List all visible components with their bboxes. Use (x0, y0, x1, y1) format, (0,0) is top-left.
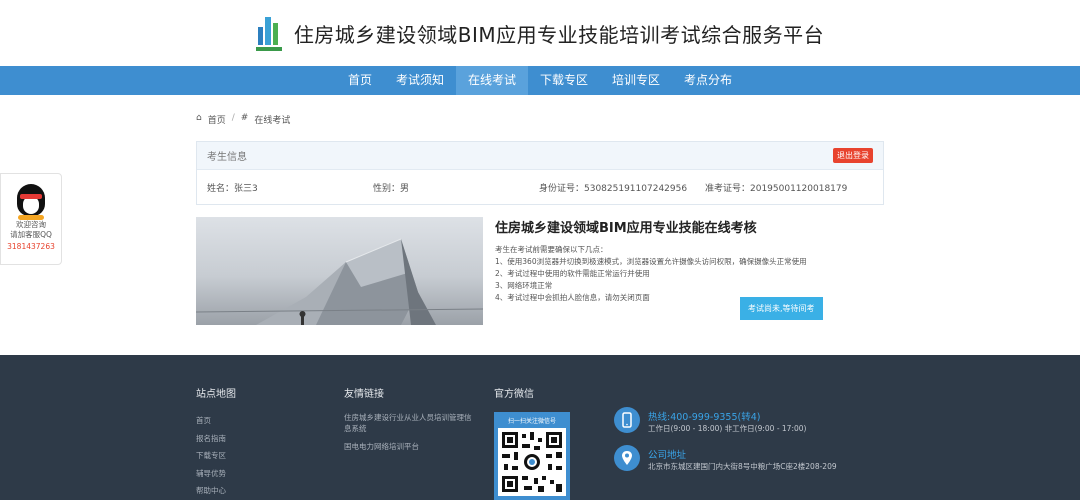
friend-link[interactable]: 住房城乡建设行业从业人员培训管理信息系统 (344, 412, 474, 434)
site-title: 住房城乡建设领域BIM应用专业技能培训考试综合服务平台 (293, 22, 825, 47)
sitemap-link[interactable]: 首页 (196, 412, 236, 430)
home-icon: ⌂ (196, 113, 202, 123)
hotline-number: 热线:400-999-9355(转4) (648, 412, 761, 423)
nav-home[interactable]: 首页 (336, 66, 384, 95)
qq-number[interactable]: 3181437263 (1, 242, 61, 251)
qq-penguin-icon (14, 180, 48, 220)
candidate-gender: 性别：男 (373, 183, 410, 194)
site-logo[interactable] (255, 15, 282, 51)
candidate-ticket-number: 准考证号：20195001120018179 (705, 183, 848, 194)
exam-instructions: 住房城乡建设领域BIM应用专业技能在线考核 考生在考试前需要确保以下几点： 1、… (495, 217, 884, 325)
exam-rule-item: 2、考试过程中使用的软件需能正常运行并使用 (495, 269, 650, 278)
hash-icon: # (240, 113, 249, 123)
sitemap-title: 站点地图 (196, 389, 236, 400)
site-header: 住房城乡建设领域BIM应用专业技能培训考试综合服务平台 (0, 0, 1080, 66)
candidate-info-title: 考生信息 (207, 152, 247, 163)
exam-rule-item: 1、使用360浏览器并切换到极速模式，浏览器设置允许摄像头访问权限，确保摄像头正… (495, 257, 807, 266)
exam-rule-item: 4、考试过程中会抓拍人脸信息，请勿关闭页面 (495, 293, 650, 302)
qq-add-text: 请加客服QQ (10, 230, 52, 239)
main-nav: 首页 考试须知 在线考试 下载专区 培训专区 考点分布 (0, 66, 1080, 95)
breadcrumb-home[interactable]: 首页 (208, 113, 226, 126)
wechat-title: 官方微信 (494, 389, 534, 400)
wechat-qr-code (498, 428, 566, 496)
footer-sitemap: 站点地图 首页 报名指南 下载专区 辅导优势 帮助中心 (196, 385, 236, 500)
sitemap-link[interactable]: 辅导优势 (196, 465, 236, 483)
candidate-info-panel: 考生信息 退出登录 姓名：张三3 性别：男 身份证号：5308251911072… (196, 141, 884, 205)
sitemap-link[interactable]: 报名指南 (196, 430, 236, 448)
site-footer: 站点地图 首页 报名指南 下载专区 辅导优势 帮助中心 友情链接 住房城乡建设行… (0, 355, 1080, 500)
hotline-hours: 工作日(9:00 - 18:00) 非工作日(9:00 - 17:00) (648, 424, 807, 433)
qq-contact-widget[interactable]: 欢迎咨询 请加客服QQ 3181437263 (0, 173, 62, 265)
friend-link[interactable]: 国电电力网络培训平台 (344, 441, 474, 452)
nav-online-exam[interactable]: 在线考试 (455, 66, 528, 95)
breadcrumb-current: 在线考试 (254, 116, 291, 126)
nav-downloads[interactable]: 下载专区 (528, 66, 600, 95)
candidate-id-number: 身份证号：530825191107242956 (539, 183, 688, 194)
exam-title: 住房城乡建设领域BIM应用专业技能在线考核 (495, 221, 757, 236)
address-title: 公司地址 (648, 450, 687, 461)
nav-exam-sites[interactable]: 考点分布 (672, 66, 744, 95)
sitemap-link[interactable]: 帮助中心 (196, 482, 236, 500)
nav-exam-notice[interactable]: 考试须知 (384, 66, 456, 95)
phone-icon (614, 407, 640, 433)
start-exam-button[interactable]: 考试尚未,等待间考 (740, 297, 823, 320)
exam-rule-item: 3、网络环境正常 (495, 281, 553, 290)
logout-button[interactable]: 退出登录 (833, 148, 873, 163)
exam-intro: 考生在考试前需要确保以下几点： (495, 245, 608, 254)
friend-links-title: 友情链接 (344, 389, 384, 400)
main-content: ⌂ 首页 / # 在线考试 考生信息 退出登录 姓名：张三3 性别：男 身份证号… (196, 95, 884, 325)
breadcrumb-separator: / (231, 113, 235, 123)
footer-wechat: 官方微信 扫一扫关注微信号 (494, 385, 570, 500)
qq-welcome-text: 欢迎咨询 (16, 220, 46, 229)
footer-friend-links: 友情链接 住房城乡建设行业从业人员培训管理信息系统 国电电力网络培训平台 (344, 385, 474, 459)
candidate-name: 姓名：张三3 (207, 183, 258, 194)
breadcrumb: ⌂ 首页 / # 在线考试 (196, 95, 884, 141)
candidate-info-body: 姓名：张三3 性别：男 身份证号：530825191107242956 准考证号… (197, 170, 883, 204)
address-text: 北京市东城区建国门内大街8号中粮广场C座2楼208-209 (648, 462, 837, 471)
wechat-qr-box: 扫一扫关注微信号 (494, 412, 570, 500)
wechat-caption: 扫一扫关注微信号 (507, 418, 556, 425)
exam-rules: 考生在考试前需要确保以下几点： 1、使用360浏览器并切换到极速模式，浏览器设置… (495, 244, 884, 304)
nav-training[interactable]: 培训专区 (600, 66, 672, 95)
location-icon (614, 445, 640, 471)
building-photo (196, 217, 483, 325)
sitemap-link[interactable]: 下载专区 (196, 447, 236, 465)
exam-section: 住房城乡建设领域BIM应用专业技能在线考核 考生在考试前需要确保以下几点： 1、… (196, 217, 884, 325)
candidate-info-header: 考生信息 退出登录 (197, 142, 883, 170)
